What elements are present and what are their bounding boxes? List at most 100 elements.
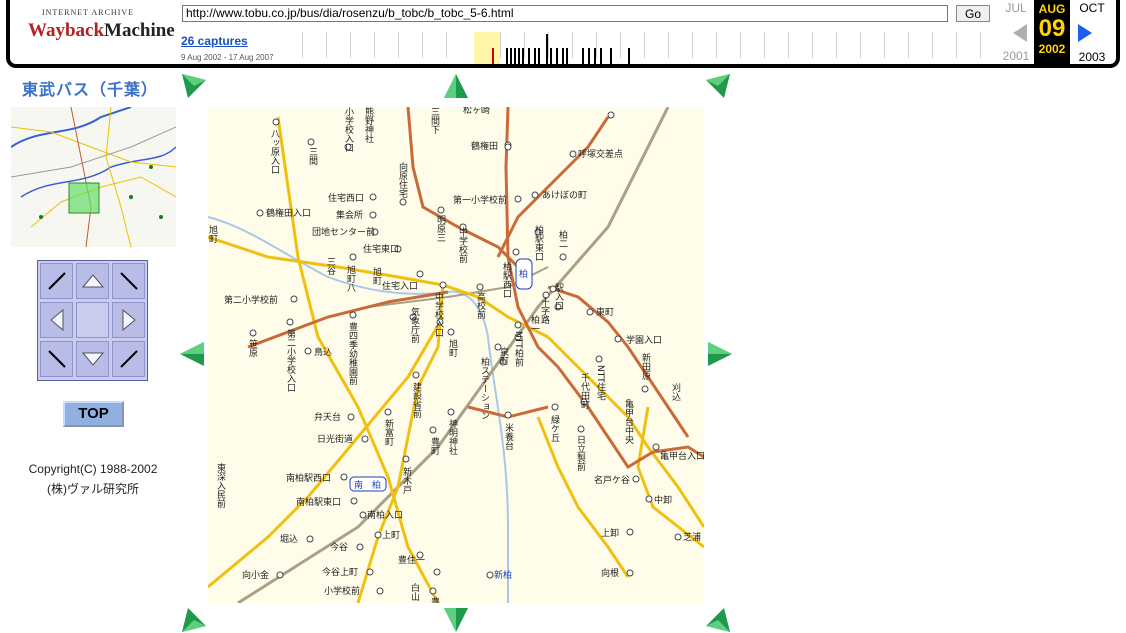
stop-label: 堀込 — [280, 534, 298, 545]
stop-label: 今谷 — [330, 541, 348, 553]
stop-label: 旭町八 — [345, 264, 356, 292]
stop-label: NTT住宅 — [595, 365, 606, 401]
stop-label: 新木戸 — [401, 466, 412, 495]
stop-label: 住宅入口 — [382, 280, 418, 292]
stop-label: 東深入民前 — [215, 462, 226, 509]
copyright: Copyright(C) 1988-2002 (株)ヴァル研究所 — [10, 459, 176, 499]
stop-label: 笹原 — [247, 338, 258, 357]
overview-minimap[interactable] — [10, 106, 177, 248]
scroll-down-left-button[interactable] — [40, 341, 73, 377]
capture-sparkline[interactable] — [302, 32, 992, 64]
stop-label: 柏駅東口 — [533, 224, 544, 261]
prev-month-link[interactable]: JUL — [998, 1, 1034, 15]
next-year-link[interactable]: 2003 — [1072, 50, 1112, 64]
stop-label: 柏一 — [529, 314, 540, 333]
shinkashiwa-station-label: 新柏 — [494, 569, 512, 581]
scroll-up-left-button[interactable] — [40, 263, 73, 299]
scroll-left-button[interactable] — [40, 302, 73, 338]
wayback-logo[interactable]: INTERNET ARCHIVE WaybackMachine — [28, 8, 175, 56]
stop-label: 刈込 — [670, 382, 681, 401]
stop-label: 三谷 — [325, 257, 336, 276]
stop-label: 中卸 — [654, 494, 672, 506]
minamikashiwa-station-label: 南 柏 — [354, 479, 381, 491]
stop-label: 向小金 — [242, 569, 269, 581]
stop-label: 旭町 — [447, 338, 458, 357]
prev-capture-arrow-icon[interactable] — [1013, 24, 1027, 42]
current-month: AUG — [1038, 2, 1066, 16]
stop-label: 小学校入口 — [343, 107, 354, 152]
next-capture-arrow-icon[interactable] — [1078, 24, 1092, 42]
stop-label: 松ヶ崎 — [463, 107, 490, 116]
stop-label: 今谷上町 — [322, 566, 358, 578]
stop-label: 弁天台 — [314, 411, 341, 423]
captures-link[interactable]: 26 captures — [181, 34, 248, 48]
stop-label: 建設省前 — [411, 381, 422, 419]
stop-label: 高校前 — [475, 291, 486, 320]
minimap-graphic — [10, 106, 177, 248]
map-pan-left-icon[interactable] — [178, 340, 206, 368]
stop-label: 学園入口 — [626, 334, 662, 346]
stop-label: 第一小学校前 — [453, 194, 507, 206]
stop-label: 上町 — [382, 530, 400, 541]
stop-label: 気象庁前 — [409, 306, 420, 344]
page-title: 東武バス（千葉） — [22, 82, 159, 99]
map-pan-down-icon[interactable] — [442, 606, 470, 633]
wayback-toolbar: INTERNET ARCHIVE WaybackMachine http://w… — [6, 0, 1120, 68]
stop-label: 住宅西口 — [328, 192, 364, 204]
top-button[interactable]: TOP — [63, 401, 124, 427]
stop-label: 駅入口 — [553, 283, 564, 310]
kashiwa-station-label: 柏 — [519, 268, 528, 280]
url-input[interactable]: http://www.tobu.co.jp/bus/dia/rosenzu/b_… — [182, 5, 948, 22]
next-month-link[interactable]: OCT — [1072, 1, 1112, 15]
stop-label: 第二小学校前 — [224, 294, 278, 306]
capture-date-range: 9 Aug 2002 - 17 Aug 2007 — [181, 53, 274, 62]
stop-label: 芝浦 — [683, 531, 701, 543]
map-pan-up-left-icon[interactable] — [180, 72, 208, 100]
stop-label: 泉町 — [498, 346, 509, 365]
stop-label: 新富町 — [383, 418, 394, 446]
stop-label: 南柏駅西口 — [286, 472, 331, 484]
stop-label: 柏二 — [557, 229, 568, 248]
prev-year-link[interactable]: 2001 — [998, 49, 1034, 63]
map-direction-pad — [37, 260, 148, 381]
stop-label: 三間 — [307, 147, 318, 166]
map-pan-up-right-icon[interactable] — [704, 72, 732, 100]
logo-main-text: WaybackMachine — [28, 20, 175, 41]
stop-label: 神明神社 — [447, 418, 458, 456]
stop-label: 旭町 — [208, 224, 218, 243]
stop-label: 旭町 — [371, 266, 382, 285]
map-pan-down-right-icon[interactable] — [704, 606, 732, 633]
stop-label: 亀甲台入口 — [660, 450, 704, 462]
map-pan-right-icon[interactable] — [706, 340, 734, 368]
logo-wayback: Wayback — [28, 20, 105, 41]
stop-label: 中学校入口 — [433, 291, 444, 337]
scroll-down-button[interactable] — [76, 341, 109, 377]
scroll-up-button[interactable] — [76, 263, 109, 299]
stop-label: 鶴権田入口 — [266, 207, 311, 219]
go-button[interactable]: Go — [956, 5, 990, 22]
current-year-highlight — [474, 32, 500, 64]
map-pan-down-left-icon[interactable] — [180, 606, 208, 633]
stop-label: 南柏駅東口 — [296, 496, 341, 508]
stop-label: 柏ステーション — [479, 356, 490, 420]
stop-label: 南柏入口 — [367, 509, 403, 521]
route-map-graphic: 柏 南 柏 新柏 松ヶ崎 鶴権田 呼塚交差点 あけぼの町 第一小学校前 住宅西口… — [208, 107, 704, 603]
stop-label: 豊四季幼稚園前 — [347, 321, 358, 386]
stop-label: 柏駅西口 — [501, 261, 512, 298]
current-capture-date: AUG 09 2002 — [1034, 0, 1070, 64]
stop-label: NTT柏前 — [513, 331, 524, 367]
copyright-line-2: (株)ヴァル研究所 — [47, 482, 139, 496]
logo-machine: Machine — [104, 20, 175, 41]
route-map[interactable]: 柏 南 柏 新柏 松ヶ崎 鶴権田 呼塚交差点 あけぼの町 第一小学校前 住宅西口… — [208, 107, 704, 603]
stop-label: 鳥込 — [314, 346, 332, 358]
dpad-center — [76, 302, 109, 338]
stop-label: 住宅東口 — [363, 243, 399, 255]
map-pan-up-icon[interactable] — [442, 72, 470, 100]
scroll-up-right-button[interactable] — [112, 263, 145, 299]
scroll-right-button[interactable] — [112, 302, 145, 338]
stop-label: 豊住一 — [398, 554, 425, 566]
stop-label: 上卸 — [601, 527, 619, 539]
stop-label: 中学校前 — [457, 226, 468, 264]
scroll-down-right-button[interactable] — [112, 341, 145, 377]
stop-label: 三間下 — [429, 107, 440, 135]
